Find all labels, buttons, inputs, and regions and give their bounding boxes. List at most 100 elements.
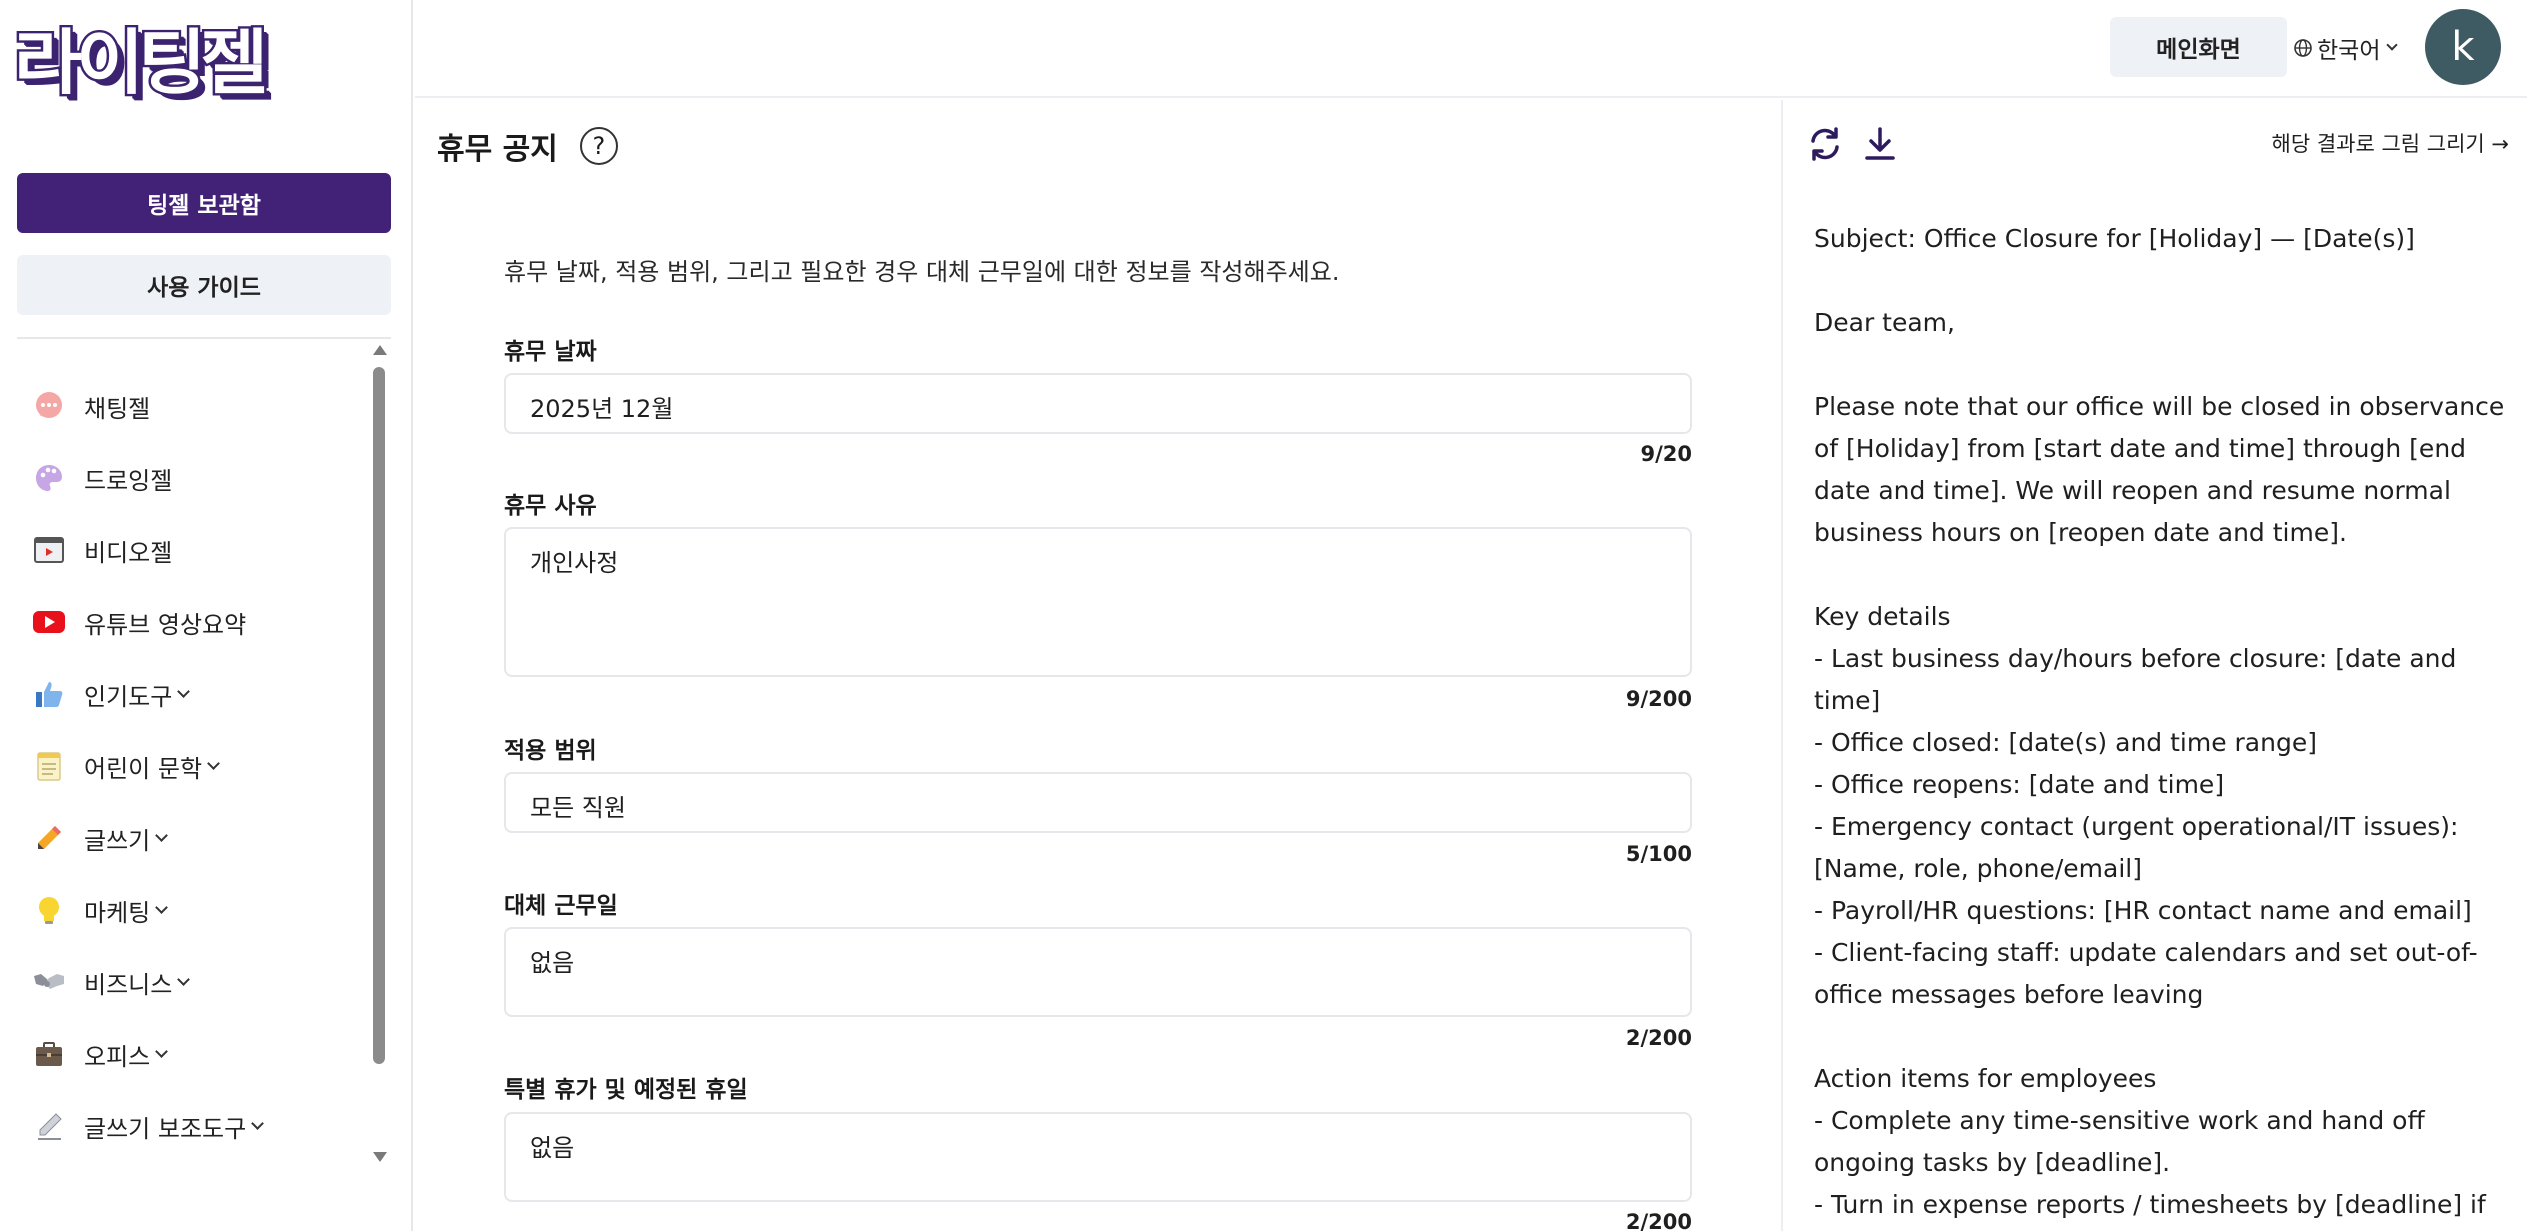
chevron-down-icon xyxy=(2386,39,2399,51)
char-count-closure-reason: 9/200 xyxy=(1625,687,1692,711)
sidebar-item-text: 글쓰기 xyxy=(84,826,151,855)
refresh-icon[interactable] xyxy=(1805,124,1845,164)
scope-input[interactable]: 모든 직원 xyxy=(504,772,1692,833)
char-count-alternate-workday: 2/200 xyxy=(1625,1026,1692,1050)
pen-icon xyxy=(32,1109,66,1143)
language-label: 한국어 xyxy=(2317,38,2381,64)
char-count-special-holidays: 2/200 xyxy=(1625,1210,1692,1231)
special-holidays-textarea[interactable]: 없음 xyxy=(504,1112,1692,1202)
sidebar-item-drawing[interactable]: 드로잉젤 xyxy=(17,442,362,514)
sidebar-item-label: 비디오젤 xyxy=(84,538,173,567)
palette-icon xyxy=(32,461,66,495)
sidebar-item-label: 드로잉젤 xyxy=(84,466,173,495)
draw-from-result-link[interactable]: 해당 결과로 그림 그리기 → xyxy=(2272,128,2510,158)
chat-bubble-icon xyxy=(32,389,66,423)
result-line: - Client-facing staff: update calendars … xyxy=(1814,938,2478,1009)
guide-button[interactable]: 사용 가이드 xyxy=(17,255,391,315)
help-icon[interactable]: ? xyxy=(579,127,618,165)
sidebar-item-text: 인기도구 xyxy=(84,682,173,711)
archive-button[interactable]: 팅젤 보관함 xyxy=(17,173,391,233)
sidebar-nav: 채팅젤 드로잉젤 비디오젤 유튜브 영상요약 인기도구 어린이 문학 글쓰기 마… xyxy=(17,370,362,1162)
field-label-special-holidays: 특별 휴가 및 예정된 휴일 xyxy=(504,1077,748,1103)
result-line: - Office reopens: [date and time] xyxy=(1814,770,2225,799)
sidebar-item-text: 비즈니스 xyxy=(84,970,173,999)
alternate-workday-textarea[interactable]: 없음 xyxy=(504,927,1692,1017)
result-line: - Payroll/HR questions: [HR contact name… xyxy=(1814,896,2472,925)
result-blank-line xyxy=(1814,260,2514,302)
sidebar-item-writing[interactable]: 글쓰기 xyxy=(17,802,362,874)
char-count-closure-date: 9/20 xyxy=(1640,442,1692,466)
sidebar-item-label: 유튜브 영상요약 xyxy=(84,610,247,639)
sidebar-divider xyxy=(17,337,391,339)
result-text: Subject: Office Closure for [Holiday] — … xyxy=(1814,218,2514,1231)
sidebar-item-office[interactable]: 오피스 xyxy=(17,1018,362,1090)
form-instructions: 휴무 날짜, 적용 범위, 그리고 필요한 경우 대체 근무일에 대한 정보를 … xyxy=(504,258,1340,286)
sidebar: 라이팅젤 팅젤 보관함 사용 가이드 채팅젤 드로잉젤 비디오젤 유튜브 영상요… xyxy=(0,0,413,1231)
sidebar-item-text: 오피스 xyxy=(84,1042,151,1071)
chevron-down-icon xyxy=(177,684,191,698)
handshake-icon xyxy=(32,965,66,999)
main-screen-button[interactable]: 메인화면 xyxy=(2110,17,2287,77)
sidebar-item-business[interactable]: 비즈니스 xyxy=(17,946,362,1018)
sidebar-item-chatting[interactable]: 채팅젤 xyxy=(17,370,362,442)
result-blank-line xyxy=(1814,554,2514,596)
page-title-text: 휴무 공지 xyxy=(437,132,558,167)
chevron-down-icon xyxy=(251,1116,265,1130)
form-panel: 휴무 공지 ? 휴무 날짜, 적용 범위, 그리고 필요한 경우 대체 근무일에… xyxy=(415,100,1782,1231)
globe-icon xyxy=(2293,38,2313,64)
sidebar-item-popular-tools[interactable]: 인기도구 xyxy=(17,658,362,730)
scrollbar-thumb[interactable] xyxy=(373,367,385,1064)
sidebar-item-marketing[interactable]: 마케팅 xyxy=(17,874,362,946)
sidebar-item-label: 글쓰기 보조도구 xyxy=(84,1109,265,1144)
sidebar-item-label: 어린이 문학 xyxy=(84,749,220,784)
result-line: Please note that our office will be clos… xyxy=(1814,392,2505,547)
result-line: - Emergency contact (urgent operational/… xyxy=(1814,812,2459,883)
sidebar-item-youtube-summary[interactable]: 유튜브 영상요약 xyxy=(17,586,362,658)
download-icon[interactable] xyxy=(1860,124,1900,164)
scroll-up-arrow-icon[interactable] xyxy=(373,345,387,355)
result-line: - Turn in expense reports / timesheets b… xyxy=(1814,1190,2486,1219)
thumbs-up-icon xyxy=(32,677,66,711)
sidebar-item-label: 채팅젤 xyxy=(84,394,151,423)
field-label-scope: 적용 범위 xyxy=(504,738,597,764)
sidebar-item-video[interactable]: 비디오젤 xyxy=(17,514,362,586)
sidebar-item-text: 글쓰기 보조도구 xyxy=(84,1114,247,1143)
youtube-icon xyxy=(32,605,66,639)
video-player-icon xyxy=(32,533,66,567)
result-line: Action items for employees xyxy=(1814,1064,2157,1093)
result-blank-line xyxy=(1814,344,2514,386)
notepad-icon xyxy=(32,749,66,783)
result-line: - Office closed: [date(s) and time range… xyxy=(1814,728,2317,757)
result-line: - Complete any time-sensitive work and h… xyxy=(1814,1106,2425,1177)
chevron-down-icon xyxy=(177,972,191,986)
scroll-down-arrow-icon[interactable] xyxy=(373,1152,387,1162)
sidebar-item-label: 글쓰기 xyxy=(84,821,169,856)
logo-text: 라이팅젤 xyxy=(11,22,270,104)
sidebar-item-label: 마케팅 xyxy=(84,893,169,928)
closure-reason-textarea[interactable]: 개인사정 xyxy=(504,527,1692,677)
result-line: - Last business day/hours before closure… xyxy=(1814,644,2457,715)
chevron-down-icon xyxy=(155,900,169,914)
sidebar-item-label: 비즈니스 xyxy=(84,965,191,1000)
avatar[interactable]: k xyxy=(2425,9,2501,85)
field-label-closure-date: 휴무 날짜 xyxy=(504,339,597,365)
logo[interactable]: 라이팅젤 xyxy=(11,20,319,106)
sidebar-item-children-literature[interactable]: 어린이 문학 xyxy=(17,730,362,802)
chevron-down-icon xyxy=(155,828,169,842)
field-label-closure-reason: 휴무 사유 xyxy=(504,493,597,519)
briefcase-icon xyxy=(32,1037,66,1071)
chevron-down-icon xyxy=(155,1044,169,1058)
result-panel: 해당 결과로 그림 그리기 → Subject: Office Closure … xyxy=(1783,100,2527,1231)
sidebar-scrollbar[interactable] xyxy=(371,345,387,1170)
result-line: Dear team, xyxy=(1814,308,1955,337)
language-selector[interactable]: 한국어 xyxy=(2277,28,2399,68)
result-blank-line xyxy=(1814,1016,2514,1058)
closure-date-input[interactable]: 2025년 12월 xyxy=(504,373,1692,434)
sidebar-item-label: 인기도구 xyxy=(84,677,191,712)
sidebar-item-label: 오피스 xyxy=(84,1037,169,1072)
sidebar-item-writing-assist[interactable]: 글쓰기 보조도구 xyxy=(17,1090,362,1162)
result-line: Subject: Office Closure for [Holiday] — … xyxy=(1814,224,2415,253)
result-line: Key details xyxy=(1814,602,1951,631)
pencil-icon xyxy=(32,821,66,855)
char-count-scope: 5/100 xyxy=(1625,842,1692,866)
